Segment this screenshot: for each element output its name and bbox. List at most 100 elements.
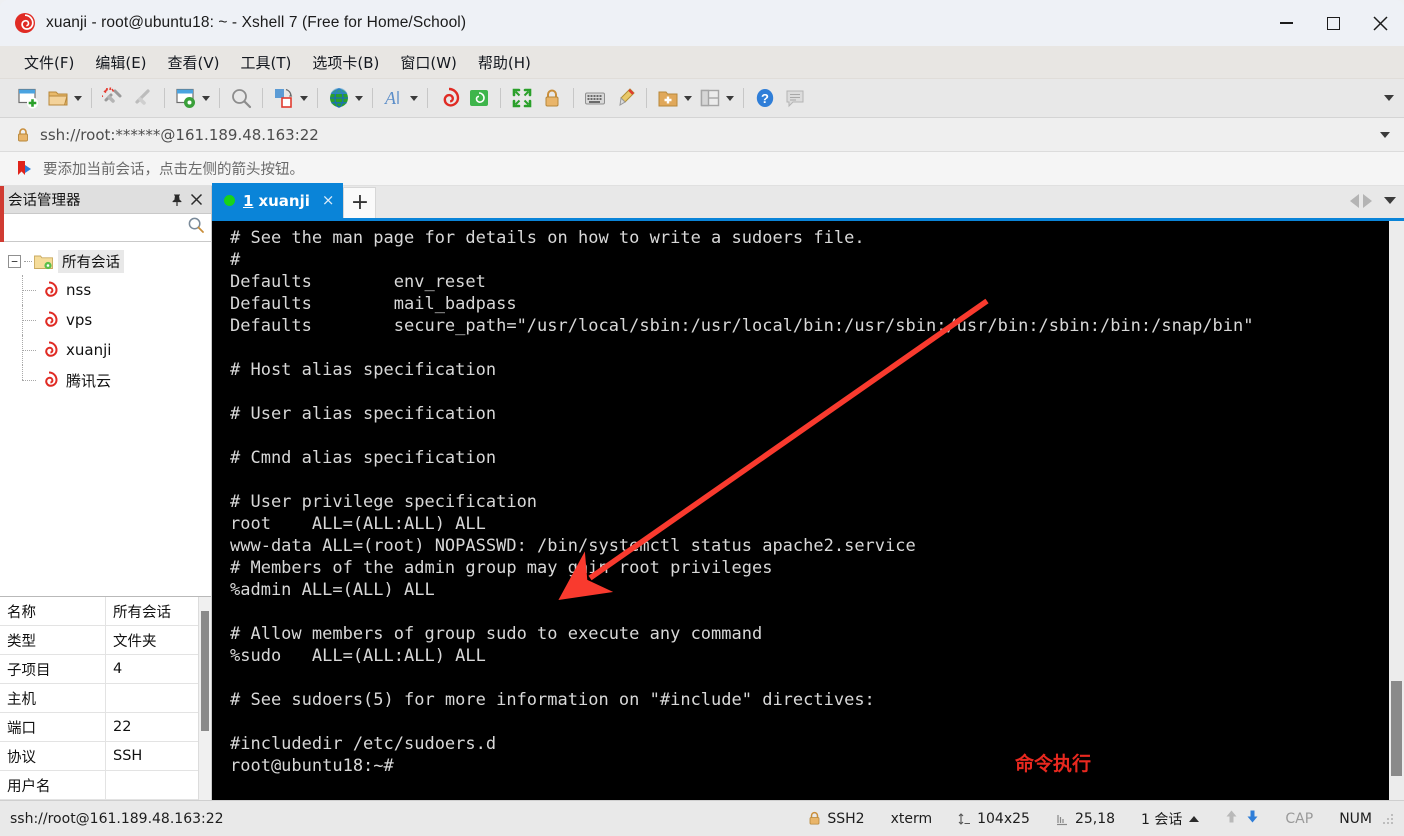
search-input[interactable] [6, 220, 187, 235]
globe-dropdown-icon[interactable] [355, 95, 363, 101]
session-item-tencent-cloud[interactable]: 腾讯云 [0, 365, 211, 395]
session-properties-icon[interactable] [171, 83, 201, 113]
menu-edit[interactable]: 编辑(E) [87, 49, 154, 76]
terminal-column: 1 xuanji × + # See the man page for deta… [212, 183, 1404, 800]
status-session-count[interactable]: 1 会话 [1141, 809, 1200, 829]
open-folder-dropdown-icon[interactable] [74, 95, 82, 101]
fullscreen-icon[interactable] [507, 83, 537, 113]
tree-expander-icon[interactable]: − [8, 255, 21, 268]
session-item-xuanji[interactable]: xuanji [0, 335, 211, 365]
menu-file[interactable]: 文件(F) [16, 49, 82, 76]
open-folder-icon[interactable] [43, 83, 73, 113]
close-icon[interactable] [188, 191, 205, 208]
properties-scrollbar[interactable] [198, 597, 211, 800]
layout-icon[interactable] [695, 83, 725, 113]
cursor-icon [1056, 812, 1069, 826]
session-label: vps [66, 311, 93, 329]
session-properties-dropdown-icon[interactable] [202, 95, 210, 101]
menu-view[interactable]: 查看(V) [160, 49, 228, 76]
tab-close-icon[interactable]: × [322, 193, 335, 208]
terminal-scrollbar-thumb[interactable] [1391, 681, 1402, 776]
window-title: xuanji - root@ubuntu18: ~ - Xshell 7 (Fr… [46, 14, 467, 31]
tab-bar-controls [1350, 183, 1404, 218]
search-icon[interactable] [187, 216, 205, 239]
disconnect-icon[interactable] [98, 83, 128, 113]
tab-xuanji[interactable]: 1 xuanji × [212, 183, 344, 218]
menu-window[interactable]: 窗口(W) [392, 49, 465, 76]
chat-icon[interactable] [780, 83, 810, 113]
toolbar-separator [317, 88, 318, 108]
notice-bar: 要添加当前会话，点击左侧的箭头按钮。 [0, 152, 1404, 186]
resize-grip-icon[interactable] [1382, 813, 1394, 825]
toolbar-separator [372, 88, 373, 108]
property-value [106, 771, 211, 799]
title-bar: xuanji - root@ubuntu18: ~ - Xshell 7 (Fr… [0, 0, 1404, 46]
terminal-scrollbar[interactable] [1388, 221, 1404, 800]
file-transfer-icon[interactable] [269, 83, 299, 113]
property-value: 所有会话 [113, 604, 171, 621]
lock-icon[interactable] [537, 83, 567, 113]
status-transfer-indicators [1225, 809, 1259, 828]
find-icon[interactable] [226, 83, 256, 113]
terminal-output: # See the man page for details on how to… [230, 228, 1254, 776]
menu-tools[interactable]: 工具(T) [233, 49, 300, 76]
minimize-button[interactable] [1263, 0, 1310, 46]
tree-root-all-sessions[interactable]: − 所有会话 [0, 248, 211, 275]
status-cursor-position: 25,18 [1056, 811, 1115, 827]
terminal-screen[interactable]: # See the man page for details on how to… [212, 221, 1388, 800]
new-session-icon[interactable] [13, 83, 43, 113]
highlight-icon[interactable] [610, 83, 640, 113]
session-item-nss[interactable]: nss [0, 275, 211, 305]
chevron-down-icon[interactable] [1384, 197, 1396, 204]
add-folder-dropdown-icon[interactable] [684, 95, 692, 101]
menu-help[interactable]: 帮助(H) [470, 49, 539, 76]
window-controls [1263, 0, 1404, 46]
session-tree: − 所有会话 nss vps xuanji 腾讯云 [0, 242, 211, 596]
globe-icon[interactable] [324, 83, 354, 113]
layout-dropdown-icon[interactable] [726, 95, 734, 101]
help-icon[interactable]: ? [750, 83, 780, 113]
add-folder-icon[interactable] [653, 83, 683, 113]
menu-bar: 文件(F) 编辑(E) 查看(V) 工具(T) 选项卡(B) 窗口(W) 帮助(… [0, 46, 1404, 79]
maximize-button[interactable] [1310, 0, 1357, 46]
triangle-right-icon[interactable] [1363, 193, 1372, 208]
new-tab-button[interactable]: + [343, 187, 377, 218]
property-key: 类型 [0, 626, 106, 654]
session-icon [39, 340, 59, 360]
close-button[interactable] [1357, 0, 1404, 46]
main-area: 会话管理器 − 所有会话 nss vps xuanji 腾讯云 名称 所有会话 … [0, 183, 1404, 800]
properties-scrollbar-thumb[interactable] [201, 611, 209, 731]
triangle-left-icon[interactable] [1350, 193, 1359, 208]
pin-icon[interactable] [168, 191, 185, 208]
caret-up-icon[interactable] [1189, 815, 1200, 822]
arrow-up-icon [1225, 809, 1238, 828]
session-item-vps[interactable]: vps [0, 305, 211, 335]
xshell-spiral-icon [14, 12, 36, 34]
toolbar-separator [500, 88, 501, 108]
font-dropdown-icon[interactable] [410, 95, 418, 101]
font-icon[interactable]: A [379, 83, 409, 113]
menu-tabs[interactable]: 选项卡(B) [304, 49, 387, 76]
session-manager-title: 会话管理器 [8, 193, 81, 209]
property-key: 名称 [0, 597, 106, 625]
table-row: 协议 SSH [0, 742, 211, 771]
session-label: 腾讯云 [66, 371, 112, 390]
tab-number: 1 [243, 191, 254, 210]
session-search-row[interactable] [0, 214, 211, 242]
xshell-icon[interactable] [434, 83, 464, 113]
property-value: SSH [113, 748, 143, 764]
status-terminal-type-text: xterm [890, 810, 933, 827]
property-key: 端口 [0, 713, 106, 741]
xftp-icon[interactable] [464, 83, 494, 113]
address-bar[interactable]: ssh://root:******@161.189.48.163:22 [0, 118, 1404, 152]
property-key: 协议 [0, 742, 106, 770]
chevron-down-icon[interactable] [1380, 131, 1390, 138]
xshell-window: xuanji - root@ubuntu18: ~ - Xshell 7 (Fr… [0, 0, 1404, 836]
toolbar-separator [427, 88, 428, 108]
keyboard-icon[interactable] [580, 83, 610, 113]
property-key: 子项目 [0, 655, 106, 683]
toolbar-overflow-icon[interactable] [1384, 95, 1394, 101]
status-num: NUM [1339, 810, 1372, 827]
file-transfer-dropdown-icon[interactable] [300, 95, 308, 101]
reconnect-icon[interactable] [128, 83, 158, 113]
